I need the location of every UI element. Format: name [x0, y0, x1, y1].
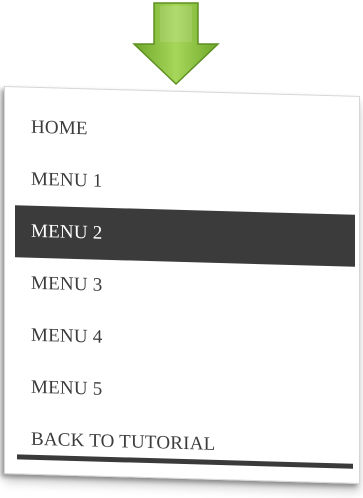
menu-item-menu-3[interactable]: MENU 3 — [15, 257, 355, 318]
menu-item-menu-2[interactable]: MENU 2 — [15, 205, 355, 267]
menu-item-menu-5[interactable]: MENU 5 — [15, 361, 355, 422]
menu-item-home[interactable]: HOME — [15, 101, 355, 162]
arrow-down-icon — [132, 2, 220, 86]
stage: HOME MENU 1 MENU 2 MENU 3 MENU 4 MENU 5 … — [0, 0, 363, 498]
menu-item-menu-1[interactable]: MENU 1 — [15, 153, 355, 214]
menu-item-menu-4[interactable]: MENU 4 — [15, 309, 355, 370]
menu-panel: HOME MENU 1 MENU 2 MENU 3 MENU 4 MENU 5 … — [4, 86, 362, 496]
menu-card: HOME MENU 1 MENU 2 MENU 3 MENU 4 MENU 5 … — [4, 86, 360, 484]
menu-list: HOME MENU 1 MENU 2 MENU 3 MENU 4 MENU 5 … — [15, 101, 355, 474]
